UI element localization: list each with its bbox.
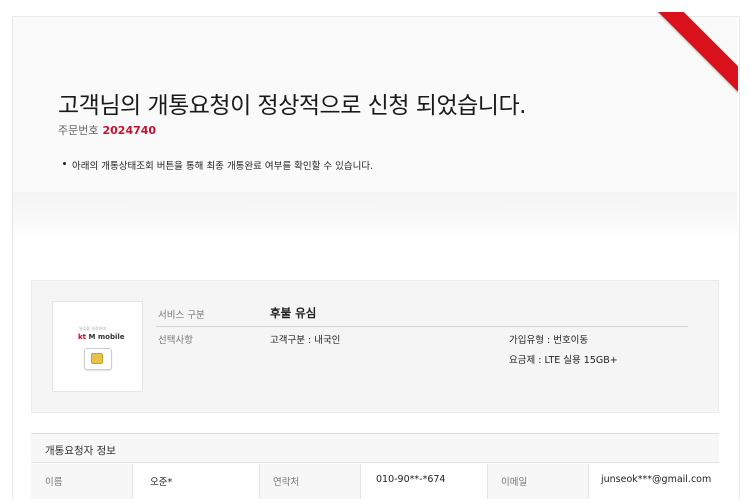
phone-label: 연락처 xyxy=(273,477,300,488)
order-number-label: 주문번호 xyxy=(58,124,99,137)
card-divider xyxy=(156,326,688,327)
requester-info-header: 개통요청자 정보 xyxy=(31,434,719,463)
customer-type: 고객구분 : 내국인 xyxy=(270,335,341,346)
rate-plan: 요금제 : LTE 실용 15GB+ xyxy=(509,355,618,366)
order-number: 2024740 xyxy=(102,124,157,137)
requester-info-section: 개통요청자 정보 이름 오준* 연락처 010-90**-*674 이메일 ju… xyxy=(31,433,719,499)
notice-item: 아래의 개통상태조회 버튼을 통해 최종 개통완료 여부를 확인할 수 있습니다… xyxy=(62,158,373,172)
join-type: 가입유형 : 번호이동 xyxy=(509,335,589,346)
service-type-label: 서비스 구분 xyxy=(158,310,205,321)
name-value: 오준* xyxy=(150,477,173,488)
corner-ribbon xyxy=(650,12,738,100)
sim-chip-icon xyxy=(91,353,103,364)
kt-mobile-logo: kt M mobile xyxy=(78,333,125,341)
order-info: 주문번호 2024740 xyxy=(58,122,156,138)
ribbon-band xyxy=(650,12,738,100)
requester-info-title: 개통요청자 정보 xyxy=(45,445,116,457)
requester-info-row: 이름 오준* 연락처 010-90**-*674 이메일 junseok***@… xyxy=(31,464,719,499)
options-label: 선택사항 xyxy=(158,335,193,346)
name-label: 이름 xyxy=(45,477,63,488)
product-card: 유심을 설정하여 kt M mobile 서비스 구분 후불 유심 선택사항 고… xyxy=(31,280,719,413)
email-label: 이메일 xyxy=(501,477,528,488)
product-image: 유심을 설정하여 kt M mobile xyxy=(52,301,143,392)
product-image-caption: 유심을 설정하여 xyxy=(79,326,107,331)
page-title: 고객님의 개통요청이 정상적으로 신청 되었습니다. xyxy=(58,93,526,119)
email-value: junseok***@gmail.com xyxy=(601,474,712,485)
service-type-value: 후불 유심 xyxy=(270,306,317,320)
phone-value: 010-90**-*674 xyxy=(376,474,446,485)
panel-fade xyxy=(13,192,737,242)
sim-card-icon xyxy=(84,348,112,370)
